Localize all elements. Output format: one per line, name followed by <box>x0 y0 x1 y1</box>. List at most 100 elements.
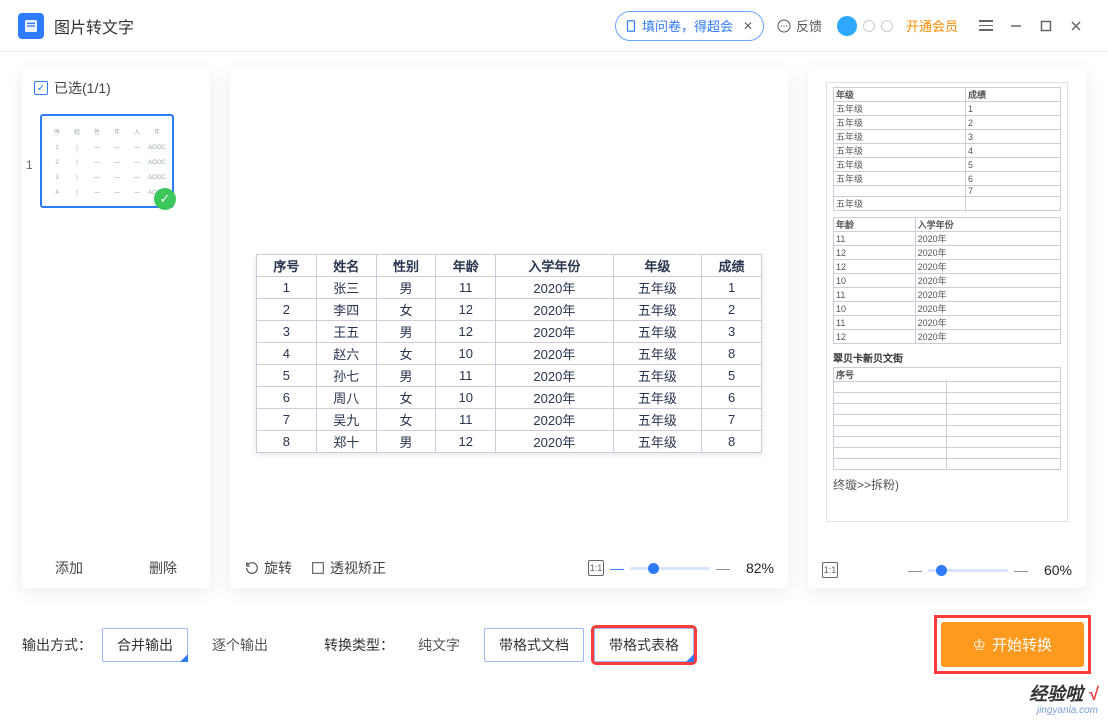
app-title: 图片转文字 <box>54 14 134 38</box>
close-button[interactable] <box>1062 12 1090 40</box>
zoom-slider[interactable] <box>630 567 710 570</box>
rotate-label: 旋转 <box>264 558 292 578</box>
chat-icon <box>776 18 792 34</box>
list-item: 五年级5 <box>834 158 1061 172</box>
list-item <box>834 426 1061 437</box>
split-output-button[interactable]: 逐个输出 <box>198 629 282 661</box>
start-label: 开始转换 <box>992 634 1052 655</box>
table-row: 3王五男122020年五年级3 <box>257 321 762 343</box>
feedback-button[interactable]: 反馈 <box>776 16 822 35</box>
preview-zoom-slider[interactable] <box>928 569 1008 572</box>
list-item <box>834 404 1061 415</box>
table-row: 8郑十男122020年五年级8 <box>257 431 762 453</box>
table-header: 姓名 <box>316 255 376 277</box>
crown-icon: ♔ <box>973 636 986 654</box>
table-row: 1张三男112020年五年级1 <box>257 277 762 299</box>
watermark-brand: 经验啦 <box>1029 684 1083 704</box>
table-header: 年级 <box>613 255 702 277</box>
thumb-check-icon: ✓ <box>154 188 176 210</box>
status-dot-2[interactable] <box>863 20 875 32</box>
list-item: 102020年 <box>834 302 1061 316</box>
preview-zoom-minus[interactable]: — <box>908 562 922 578</box>
header: 图片转文字 填问卷，得超会 ✕ 反馈 开通会员 <box>0 0 1108 52</box>
preview-final-line: 终璇>>拆粉) <box>833 476 1061 493</box>
maximize-icon <box>1039 19 1053 33</box>
list-item: 122020年 <box>834 330 1061 344</box>
list-item: 五年级 <box>834 197 1061 211</box>
clipboard-icon <box>624 19 638 33</box>
rotate-icon <box>244 560 260 576</box>
list-item: 122020年 <box>834 246 1061 260</box>
list-item: 112020年 <box>834 232 1061 246</box>
select-all-checkbox[interactable]: ✓ <box>34 81 48 95</box>
merge-output-button[interactable]: 合并输出 <box>102 628 188 662</box>
list-item: 112020年 <box>834 288 1061 302</box>
table-header: 年龄 <box>436 255 496 277</box>
list-item: 五年级1 <box>834 102 1061 116</box>
preview-zoom-plus[interactable]: — <box>1014 562 1028 578</box>
source-table: 序号姓名性别年龄入学年份年级成绩 1张三男112020年五年级12李四女1220… <box>256 254 762 453</box>
watermark-url: jingyanla.com <box>1029 705 1098 716</box>
perspective-label: 透视矫正 <box>330 558 386 578</box>
list-item: 五年级3 <box>834 130 1061 144</box>
delete-button[interactable]: 删除 <box>149 558 177 578</box>
start-convert-button[interactable]: ♔ 开始转换 <box>941 622 1084 667</box>
menu-button[interactable] <box>972 12 1000 40</box>
panel-image-view: 序号姓名性别年龄入学年份年级成绩 1张三男112020年五年级12李四女1220… <box>230 68 788 588</box>
list-item: 五年级6 <box>834 172 1061 186</box>
zoom-plus[interactable]: — <box>716 560 730 576</box>
format-table-button[interactable]: 带格式表格 <box>594 628 694 662</box>
list-item <box>834 415 1061 426</box>
maximize-button[interactable] <box>1032 12 1060 40</box>
table-row: 7吴九女112020年五年级7 <box>257 409 762 431</box>
table-row: 5孙七男112020年五年级5 <box>257 365 762 387</box>
promo-close-icon[interactable]: ✕ <box>739 17 757 35</box>
table-header: 序号 <box>257 255 317 277</box>
promo-label: 填问卷，得超会 <box>642 16 733 35</box>
panel-result-preview: 年级成绩五年级1五年级2五年级3五年级4五年级5五年级6 7五年级 年龄入学年份… <box>808 68 1086 588</box>
list-item: 112020年 <box>834 316 1061 330</box>
vip-link[interactable]: 开通会员 <box>906 16 958 35</box>
table-header: 性别 <box>376 255 436 277</box>
list-item: 五年级2 <box>834 116 1061 130</box>
promo-pill[interactable]: 填问卷，得超会 ✕ <box>615 11 764 41</box>
thumbnail[interactable]: 序1234 姓|||| 性———— 年———— 入———— 年AOOCAOOCA… <box>40 114 174 208</box>
perspective-icon <box>310 560 326 576</box>
list-item <box>834 393 1061 404</box>
plain-text-button[interactable]: 纯文字 <box>404 629 474 661</box>
watermark: 经验啦 √ jingyanla.com <box>1029 685 1098 716</box>
convert-type-label: 转换类型： <box>324 635 394 655</box>
preview-fit-icon[interactable]: 1:1 <box>822 562 838 578</box>
preview-document: 年级成绩五年级1五年级2五年级3五年级4五年级5五年级6 7五年级 年龄入学年份… <box>826 82 1068 522</box>
app-icon <box>18 13 44 39</box>
preview-zoom-value: 60% <box>1044 562 1072 578</box>
window-controls <box>970 12 1090 40</box>
add-button[interactable]: 添加 <box>55 558 83 578</box>
list-item: 122020年 <box>834 260 1061 274</box>
fit-icon[interactable]: 1:1 <box>588 560 604 576</box>
list-item <box>834 437 1061 448</box>
perspective-button[interactable]: 透视矫正 <box>310 558 386 578</box>
zoom-minus[interactable]: — <box>610 560 624 576</box>
status-dot-active[interactable] <box>837 16 857 36</box>
table-row: 4赵六女102020年五年级8 <box>257 343 762 365</box>
menu-icon <box>979 20 993 31</box>
list-item <box>834 382 1061 393</box>
rotate-button[interactable]: 旋转 <box>244 558 292 578</box>
feedback-label: 反馈 <box>796 16 822 35</box>
table-header: 入学年份 <box>496 255 613 277</box>
table-row: 2李四女122020年五年级2 <box>257 299 762 321</box>
footer-controls: 输出方式： 合并输出 逐个输出 转换类型： 纯文字 带格式文档 带格式表格 ♔ … <box>22 620 1086 669</box>
sec3-title: 翠贝卡新贝文街 <box>833 350 1061 365</box>
zoom-value: 82% <box>746 560 774 576</box>
list-item: 7 <box>834 186 1061 197</box>
table-header: 成绩 <box>702 255 762 277</box>
format-doc-button[interactable]: 带格式文档 <box>484 628 584 662</box>
list-item: 102020年 <box>834 274 1061 288</box>
thumb-index: 1 <box>26 158 33 172</box>
status-dots <box>834 16 896 36</box>
status-dot-3[interactable] <box>881 20 893 32</box>
output-mode-label: 输出方式： <box>22 635 92 655</box>
minimize-button[interactable] <box>1002 12 1030 40</box>
minimize-icon <box>1009 19 1023 33</box>
